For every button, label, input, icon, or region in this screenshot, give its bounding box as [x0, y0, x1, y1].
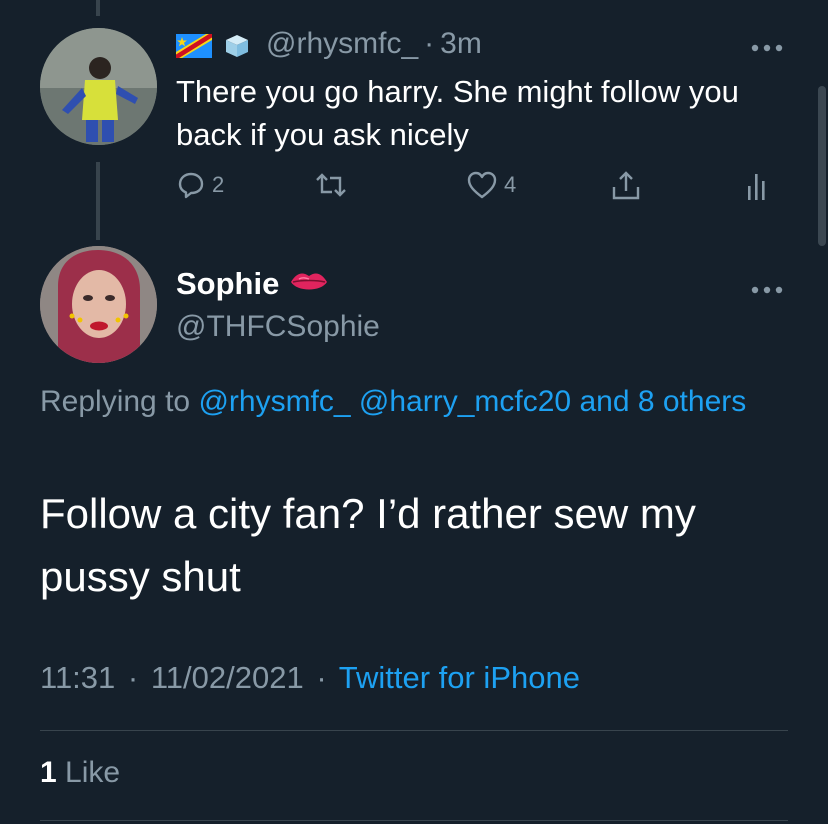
avatar-thfcsophie[interactable] [40, 246, 157, 363]
like-icon [467, 171, 497, 199]
reply-text: There you go harry. She might follow you… [176, 74, 739, 152]
replying-to: Replying to @rhysmfc_ @harry_mcfc20 and … [40, 378, 780, 426]
like-button[interactable]: 4 [466, 170, 516, 200]
divider [40, 730, 788, 731]
analytics-icon [748, 174, 765, 200]
reply-time[interactable]: 3m [440, 27, 482, 61]
mention-harry-mcfc20[interactable]: @harry_mcfc20 [359, 385, 571, 418]
thread-line-top [96, 0, 100, 16]
reply-count: 2 [212, 172, 225, 197]
more-icon[interactable] [750, 282, 784, 294]
reply-header: @rhysmfc_ · 3m [176, 24, 482, 64]
tweet-date[interactable]: 11/02/2021 [151, 660, 304, 695]
tweet-meta: 11:31 · 11/02/2021 · Twitter for iPhone [40, 660, 580, 696]
meta-separator: · [127, 660, 139, 695]
dr-congo-flag-emoji [176, 32, 212, 58]
share-button[interactable] [610, 170, 642, 202]
scrollbar[interactable] [818, 86, 826, 246]
tweet-time[interactable]: 11:31 [40, 660, 115, 695]
lips-emoji [289, 266, 329, 302]
likes-count: 1 [40, 756, 57, 789]
share-icon [612, 171, 640, 200]
reply-button[interactable]: 2 [176, 170, 224, 200]
mention-rhysmfc[interactable]: @rhysmfc_ [198, 385, 350, 418]
reply-handle[interactable]: @rhysmfc_ [266, 27, 418, 61]
reply-separator: · [424, 27, 435, 60]
avatar-image [40, 246, 157, 363]
likes-label: Like [65, 756, 121, 789]
reply-actions: 2 4 [176, 170, 776, 206]
replying-prefix: Replying to [40, 385, 191, 418]
divider [40, 820, 788, 821]
like-count: 4 [504, 172, 517, 197]
avatar-image [40, 28, 157, 145]
likes-count-row[interactable]: 1 Like [40, 756, 120, 790]
tweet-source[interactable]: Twitter for iPhone [339, 660, 580, 695]
reply-icon [178, 172, 204, 199]
and-others-link[interactable]: and 8 others [579, 385, 746, 418]
thread-line-connector [96, 162, 100, 240]
meta-separator: · [316, 660, 327, 695]
user-handle[interactable]: @THFCSophie [176, 310, 380, 344]
avatar-rhysmfc[interactable] [40, 28, 157, 145]
retweet-icon [316, 173, 346, 197]
more-icon[interactable] [750, 40, 784, 52]
retweet-button[interactable] [314, 170, 348, 200]
ice-cube-emoji [222, 32, 252, 57]
analytics-button[interactable] [746, 170, 770, 202]
tweet-text: Follow a city fan? I’d rather sew my pus… [40, 490, 696, 600]
display-name[interactable]: Sophie [176, 266, 329, 302]
display-name-text: Sophie [176, 266, 280, 301]
